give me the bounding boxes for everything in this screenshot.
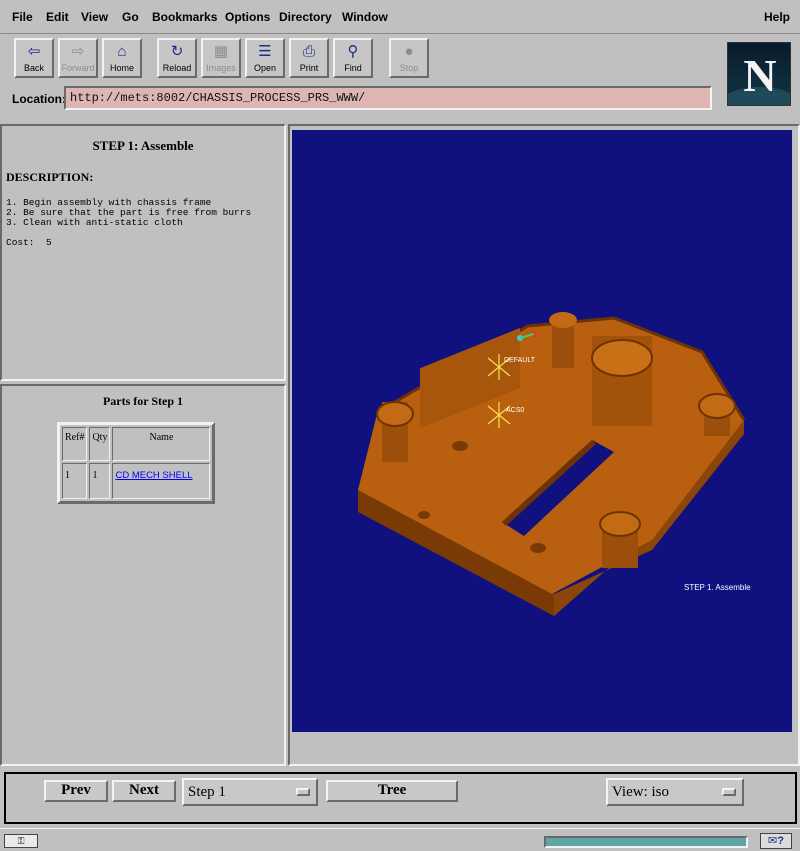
tree-button[interactable]: Tree bbox=[326, 780, 458, 802]
find-button-label: Find bbox=[344, 63, 362, 73]
reload-button-label: Reload bbox=[162, 63, 192, 73]
forward-button-label: Forward bbox=[61, 63, 95, 73]
step-title: STEP 1: Assemble bbox=[92, 138, 194, 153]
cell-ref: 1 bbox=[62, 463, 88, 499]
post-hole bbox=[530, 543, 546, 553]
print-icon: ⎙ bbox=[302, 43, 315, 60]
table-header-row: Ref# Qty Name bbox=[62, 427, 211, 461]
menubar: File Edit View Go Bookmarks Options Dire… bbox=[0, 0, 800, 34]
mail-icon[interactable]: ✉? bbox=[760, 833, 792, 849]
step-select[interactable]: Step 1 bbox=[182, 778, 318, 806]
menu-edit[interactable]: Edit bbox=[46, 10, 69, 24]
left-tower-top bbox=[376, 401, 414, 427]
cost-label: Cost: bbox=[6, 237, 35, 248]
column-header-name: Name bbox=[112, 427, 211, 461]
print-button[interactable]: ⎙ Print bbox=[289, 38, 329, 78]
parts-table: Ref# Qty Name 1 1 CD MECH SHELL bbox=[57, 422, 216, 504]
table-row: 1 1 CD MECH SHELL bbox=[62, 463, 211, 499]
location-label: Location: bbox=[12, 92, 66, 106]
menu-go[interactable]: Go bbox=[122, 10, 139, 24]
images-button[interactable]: ▦ Images bbox=[201, 38, 241, 78]
reload-icon: ↻ bbox=[170, 43, 184, 60]
back-button[interactable]: ⇦ Back bbox=[14, 38, 54, 78]
logo-letter: N bbox=[743, 50, 777, 101]
stop-icon: ● bbox=[404, 43, 414, 60]
forward-button[interactable]: ⇨ Forward bbox=[58, 38, 98, 78]
acs0-label: ACS0 bbox=[506, 407, 524, 414]
description-line-3: 3. Clean with anti-static cloth bbox=[6, 217, 183, 228]
menu-help[interactable]: Help bbox=[764, 10, 790, 24]
stop-button[interactable]: ● Stop bbox=[389, 38, 429, 78]
front-boss-top bbox=[599, 511, 641, 537]
next-button[interactable]: Next bbox=[112, 780, 176, 802]
menu-directory[interactable]: Directory bbox=[279, 10, 332, 24]
control-bar: Prev Next Step 1 Tree View: iso bbox=[4, 772, 797, 824]
stop-button-label: Stop bbox=[399, 63, 419, 73]
chassis-top-face bbox=[358, 318, 744, 594]
3d-viewport[interactable]: DEFAULT ACS0 STEP 1. Assemble bbox=[292, 130, 792, 732]
find-button[interactable]: ⚲ Find bbox=[333, 38, 373, 78]
right-tower-top bbox=[698, 393, 736, 419]
parts-frame: Parts for Step 1 Ref# Qty Name 1 1 CD ME… bbox=[0, 384, 286, 766]
center-cylinder-top bbox=[549, 312, 577, 328]
viewport-caption: STEP 1. Assemble bbox=[684, 583, 751, 592]
security-key-icon[interactable]: ⚿ bbox=[4, 834, 38, 848]
view-select-arrow-icon bbox=[722, 788, 736, 796]
back-arrow-icon: ⇦ bbox=[27, 43, 41, 60]
home-button-label: Home bbox=[109, 63, 134, 73]
images-button-label: Images bbox=[206, 63, 236, 73]
progress-bar bbox=[544, 836, 748, 848]
step-select-value: Step 1 bbox=[188, 784, 226, 800]
cell-name: CD MECH SHELL bbox=[112, 463, 211, 499]
prev-button[interactable]: Prev bbox=[44, 780, 108, 802]
menu-bookmarks[interactable]: Bookmarks bbox=[152, 10, 217, 24]
home-icon: ⌂ bbox=[117, 43, 127, 60]
reload-button[interactable]: ↻ Reload bbox=[157, 38, 197, 78]
parts-title: Parts for Step 1 bbox=[102, 394, 184, 408]
view-select[interactable]: View: iso bbox=[606, 778, 744, 806]
rear-cylinder-top bbox=[591, 339, 653, 377]
default-label: DEFAULT bbox=[504, 357, 536, 364]
find-icon: ⚲ bbox=[347, 43, 359, 60]
cost-value: 5 bbox=[46, 237, 52, 248]
location-input[interactable]: http://mets:8002/CHASSIS_PROCESS_PRS_WWW… bbox=[64, 86, 712, 110]
column-header-ref: Ref# bbox=[62, 427, 88, 461]
column-header-qty: Qty bbox=[89, 427, 111, 461]
post-hole bbox=[418, 511, 430, 519]
description-heading: DESCRIPTION: bbox=[6, 170, 94, 184]
open-button[interactable]: ☰ Open bbox=[245, 38, 285, 78]
open-button-label: Open bbox=[253, 63, 277, 73]
menu-view[interactable]: View bbox=[81, 10, 108, 24]
print-button-label: Print bbox=[299, 63, 319, 73]
toolbar: ⇦ Back ⇨ Forward ⌂ Home ↻ Reload ▦ Image… bbox=[0, 34, 800, 82]
view-select-value: View: iso bbox=[612, 784, 670, 800]
post-hole bbox=[452, 441, 468, 451]
cell-qty: 1 bbox=[89, 463, 111, 499]
open-icon: ☰ bbox=[258, 43, 272, 60]
images-icon: ▦ bbox=[213, 43, 229, 60]
chassis-model: DEFAULT ACS0 STEP 1. Assemble bbox=[358, 312, 751, 616]
forward-arrow-icon: ⇨ bbox=[71, 43, 85, 60]
menu-window[interactable]: Window bbox=[342, 10, 388, 24]
back-button-label: Back bbox=[23, 63, 44, 73]
step-select-arrow-icon bbox=[296, 788, 310, 796]
status-bar: ⚿ ✉? bbox=[0, 828, 800, 851]
netscape-logo[interactable]: N bbox=[727, 42, 791, 106]
step-description-frame: STEP 1: Assemble DESCRIPTION: 1. Begin a… bbox=[0, 124, 286, 381]
menu-options[interactable]: Options bbox=[225, 10, 270, 24]
home-button[interactable]: ⌂ Home bbox=[102, 38, 142, 78]
part-link[interactable]: CD MECH SHELL bbox=[115, 470, 192, 481]
menu-file[interactable]: File bbox=[12, 10, 33, 24]
